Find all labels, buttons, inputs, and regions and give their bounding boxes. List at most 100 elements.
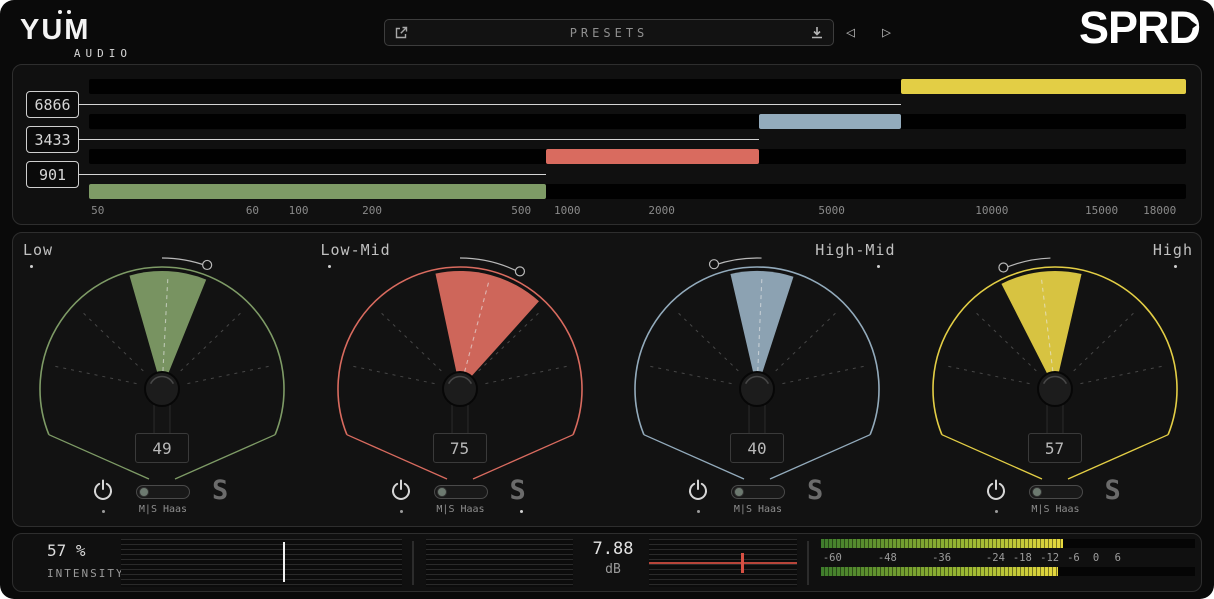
preset-name[interactable]: PRESETS <box>416 26 802 40</box>
toggle-knob[interactable] <box>1032 487 1042 497</box>
logo-line1: YUM <box>20 14 132 46</box>
gain-slider-right[interactable] <box>649 539 797 587</box>
meter-scale-label: -48 <box>878 552 897 564</box>
band-segment-high-mid[interactable] <box>759 114 901 129</box>
solo-button[interactable]: S <box>510 475 526 506</box>
meter-scale-label: -18 <box>1013 552 1032 564</box>
sprd-logo-text: SPR <box>1079 2 1169 53</box>
freq-axis-label: 2000 <box>648 204 675 217</box>
crossover-freq-2[interactable]: 3433 <box>26 126 79 153</box>
band-high-mid: High-Mid 40 M|S Haas S <box>608 233 906 526</box>
crossover-freq-1[interactable]: 6866 <box>26 91 79 118</box>
meter-scale-label: 6 <box>1115 552 1121 564</box>
ms-haas-label: M|S Haas <box>716 504 800 515</box>
band-segment-high[interactable] <box>901 79 1186 94</box>
power-button[interactable] <box>984 479 1008 503</box>
footer-divider <box>807 541 809 585</box>
gain-unit: dB <box>573 562 653 577</box>
power-button[interactable] <box>686 479 710 503</box>
power-indicator-dot <box>102 510 105 513</box>
meter-bar-right <box>821 567 1195 576</box>
intensity-value: 57 % <box>47 541 86 560</box>
meter-scale-label: -60 <box>823 552 842 564</box>
gain-marker-tick[interactable] <box>741 553 744 573</box>
crossover-line-2 <box>78 139 759 140</box>
frequency-axis: 50 60 100 200 500 1000 2000 5000 10000 15000 18000 <box>13 204 1201 218</box>
spread-value[interactable]: 57 <box>1028 433 1082 463</box>
band-high: High 57 M|S Haas S <box>906 233 1204 526</box>
spread-value[interactable]: 49 <box>135 433 189 463</box>
plugin-window: YUM AUDIO PRESETS ◁ ▷ SPRD 6866 3433 901… <box>0 0 1214 599</box>
gain-slider-left[interactable] <box>426 539 573 587</box>
freq-axis-label: 18000 <box>1143 204 1176 217</box>
freq-axis-label: 5000 <box>818 204 845 217</box>
intensity-label: INTENSITY <box>47 567 125 580</box>
meter-scale-label: -6 <box>1067 552 1080 564</box>
preset-bar[interactable]: PRESETS <box>384 19 834 46</box>
freq-axis-label: 10000 <box>975 204 1008 217</box>
freq-axis-label: 60 <box>246 204 259 217</box>
toggle-knob[interactable] <box>139 487 149 497</box>
solo-button[interactable]: S <box>807 475 823 506</box>
solo-button[interactable]: S <box>212 475 228 506</box>
toggle-knob[interactable] <box>734 487 744 497</box>
crossover-line-3 <box>78 174 546 175</box>
freq-axis-label: 15000 <box>1085 204 1118 217</box>
load-preset-icon[interactable] <box>810 26 824 40</box>
ms-haas-label: M|S Haas <box>1014 504 1098 515</box>
meter-scale-label: -36 <box>932 552 951 564</box>
sprd-logo: SPRD <box>1079 2 1200 54</box>
intensity-slider[interactable] <box>121 539 402 587</box>
power-button[interactable] <box>389 479 413 503</box>
meter-scale-label: 0 <box>1093 552 1099 564</box>
crossover-freq-3[interactable]: 901 <box>26 161 79 188</box>
yum-audio-logo: YUM AUDIO <box>20 8 132 60</box>
logo-umlaut-dots <box>58 10 71 14</box>
footer-divider <box>412 541 414 585</box>
freq-axis-label: 500 <box>511 204 531 217</box>
meter-scale-label: -12 <box>1040 552 1059 564</box>
bands-panel: Low 49 M|S Haas S Low-Mid 75 <box>12 232 1202 527</box>
freq-axis-label: 50 <box>91 204 104 217</box>
freq-axis-label: 200 <box>362 204 382 217</box>
power-button[interactable] <box>91 479 115 503</box>
ms-haas-label: M|S Haas <box>419 504 503 515</box>
toggle-knob[interactable] <box>437 487 447 497</box>
spread-value[interactable]: 75 <box>433 433 487 463</box>
band-track-low-mid <box>89 149 1186 164</box>
power-indicator-dot <box>995 510 998 513</box>
ms-haas-toggle[interactable] <box>434 485 488 499</box>
power-indicator-dot <box>697 510 700 513</box>
power-indicator-dot <box>400 510 403 513</box>
meter-scale: -60-48-36-24-18-12-606 <box>821 552 1195 564</box>
freq-axis-label: 1000 <box>554 204 581 217</box>
gain-value: 7.88 <box>573 539 653 559</box>
footer-bar: 57 % INTENSITY 7.88 dB -60-48-36-24-18-1… <box>12 533 1202 592</box>
intensity-slider-cursor[interactable] <box>283 542 285 582</box>
ms-haas-toggle[interactable] <box>1029 485 1083 499</box>
ms-haas-label: M|S Haas <box>121 504 205 515</box>
ms-haas-toggle[interactable] <box>136 485 190 499</box>
spread-value[interactable]: 40 <box>730 433 784 463</box>
meter-level-right <box>821 567 1058 576</box>
band-low-mid: Low-Mid 75 M|S Haas S <box>311 233 609 526</box>
crossover-line-1 <box>78 104 901 105</box>
crossover-spectrum-panel: 6866 3433 901 50 60 100 200 500 1000 2000 5000 1… <box>12 64 1202 225</box>
solo-indicator-dot <box>520 510 523 513</box>
prev-preset-button[interactable]: ◁ <box>846 23 855 41</box>
band-segment-low[interactable] <box>89 184 546 199</box>
band-track-high <box>89 79 1186 94</box>
output-level-meter: -60-48-36-24-18-12-606 <box>821 534 1195 591</box>
next-preset-button[interactable]: ▷ <box>882 23 891 41</box>
ms-haas-toggle[interactable] <box>731 485 785 499</box>
band-low: Low 49 M|S Haas S <box>13 233 311 526</box>
solo-button[interactable]: S <box>1105 475 1121 506</box>
meter-bar-left <box>821 539 1195 548</box>
band-track-high-mid <box>89 114 1186 129</box>
band-segment-low-mid[interactable] <box>546 149 759 164</box>
meter-scale-label: -24 <box>986 552 1005 564</box>
band-track-low <box>89 184 1186 199</box>
export-preset-icon[interactable] <box>394 26 408 40</box>
freq-axis-label: 100 <box>289 204 309 217</box>
logo-line2: AUDIO <box>20 47 132 60</box>
